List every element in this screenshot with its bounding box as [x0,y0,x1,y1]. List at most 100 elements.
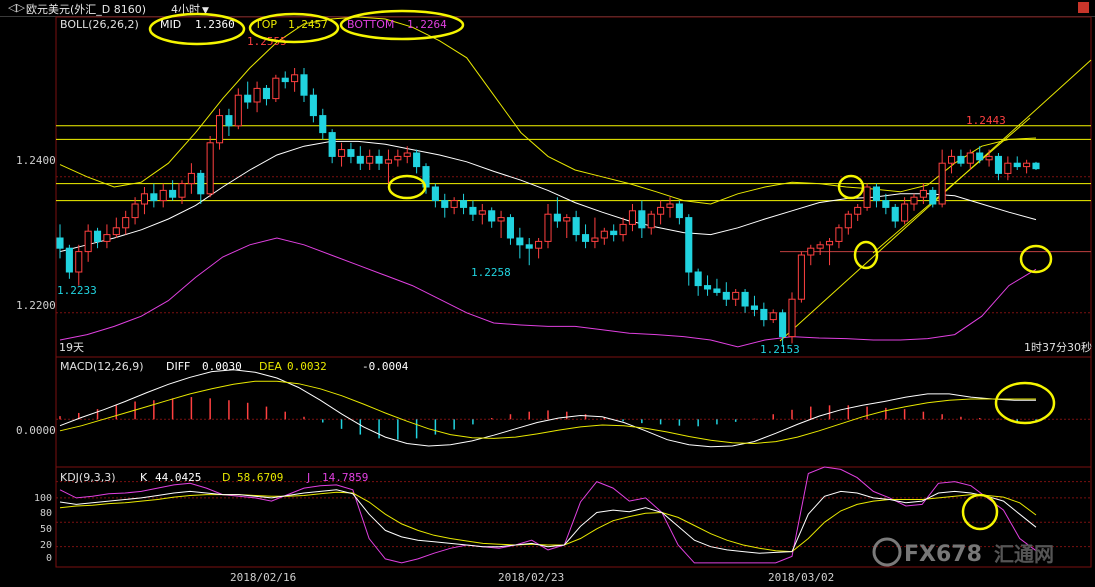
macd-lines [59,369,1036,448]
uptrend-line-2 [872,117,1031,254]
candle-body [497,217,505,222]
candle-body [600,230,608,239]
macd-dea-value: 0.0032 [287,360,327,373]
candle-body [976,152,984,161]
candle-body [65,247,73,273]
candle-body [901,203,909,222]
candle-body [225,115,233,127]
kdj-d-value: 58.6709 [237,471,283,484]
macd-diff-label: DIFF [166,360,190,373]
candle-body [769,312,777,321]
candle-body [910,196,918,205]
x-tick-label: 2018/03/02 [768,571,834,584]
candle-body [234,94,242,127]
candle-body [863,186,871,208]
candle-body [703,285,712,290]
candle-body [882,200,890,208]
candle-body [553,213,561,222]
candle-body [319,115,327,134]
candle-body [835,227,843,242]
candle-body [131,203,139,219]
candle-body [750,305,759,310]
candle-body [366,155,374,164]
panel-frames [55,16,1092,568]
candle-body [150,193,158,202]
kdj-label: KDJ(9,3,3) [60,471,116,484]
candle-body [375,155,383,164]
candle-body [84,230,92,253]
candle-body [891,206,899,222]
candle-body [713,288,721,293]
days-label: 19天 [59,341,84,354]
chart-area: 1.2400 1.2200 0.0000 100 80 50 20 0 2018… [16,9,1092,584]
macd-value: -0.0004 [362,360,409,373]
candle-body [488,210,496,222]
x-tick-label: 2018/02/23 [498,571,564,584]
candle-body [797,254,805,300]
candle-body [628,210,637,225]
candle-body [281,77,289,83]
candle-body [657,206,665,215]
candle-body [103,234,111,242]
boll-bottom-line [59,237,1037,348]
candle-body [741,291,749,307]
candle-body [140,193,149,205]
candle-body [816,244,824,249]
candlesticks [56,68,1040,347]
candle-body [187,172,195,185]
candle-body [300,74,308,96]
candle-body [966,152,974,164]
candle-body [56,237,64,249]
boll-mid-label: MID [160,18,181,31]
candle-body [403,152,411,157]
candle-body [694,271,702,287]
candle-body [169,189,177,198]
candle-body [535,240,543,249]
candle-body [994,155,1003,174]
candle-body [413,152,421,168]
highlight-circle [1019,244,1053,274]
candle-body [581,234,590,242]
candle-body [328,132,336,157]
candle-body [844,213,852,229]
candle-body [337,149,346,157]
candle-body [854,206,862,215]
candle-body [516,237,524,246]
candle-body [1023,162,1031,168]
candle-body [159,189,167,202]
candle-body [1013,162,1021,168]
candle-body [591,237,599,242]
macd-diff-line [59,369,1036,448]
highlight-circle [994,381,1056,425]
kdj-k-label: K [140,471,148,484]
boll-label: BOLL(26,26,2) [60,18,139,31]
candle-body [525,244,533,249]
candle-body [291,74,299,83]
candle-body [619,223,627,236]
boll-top-line [59,16,1037,205]
kdj-k-value: 44.0425 [155,471,201,484]
candle-body [666,203,674,208]
candle-body [75,251,83,273]
candle-body [610,230,618,236]
candle-body [347,149,355,157]
candle-body [638,210,646,229]
candle-body [985,155,993,161]
highlight-circle [853,240,879,270]
candle-body [459,200,468,208]
kdj-j-label: J [306,471,310,484]
candle-body [825,240,834,246]
candle-body [947,155,956,164]
candle-body [206,142,214,195]
candle-body [732,291,740,300]
watermark: FX678 汇通网 [872,537,1054,567]
candle-body [675,203,683,219]
candle-body [244,94,252,103]
y-tick-label: 50 [40,524,52,535]
candle-body [572,217,580,236]
candle-body [760,308,768,321]
candle-body [478,210,486,215]
candle-body [215,115,224,144]
y-tick-label: 0.0000 [16,424,56,437]
candle-body [197,172,205,195]
